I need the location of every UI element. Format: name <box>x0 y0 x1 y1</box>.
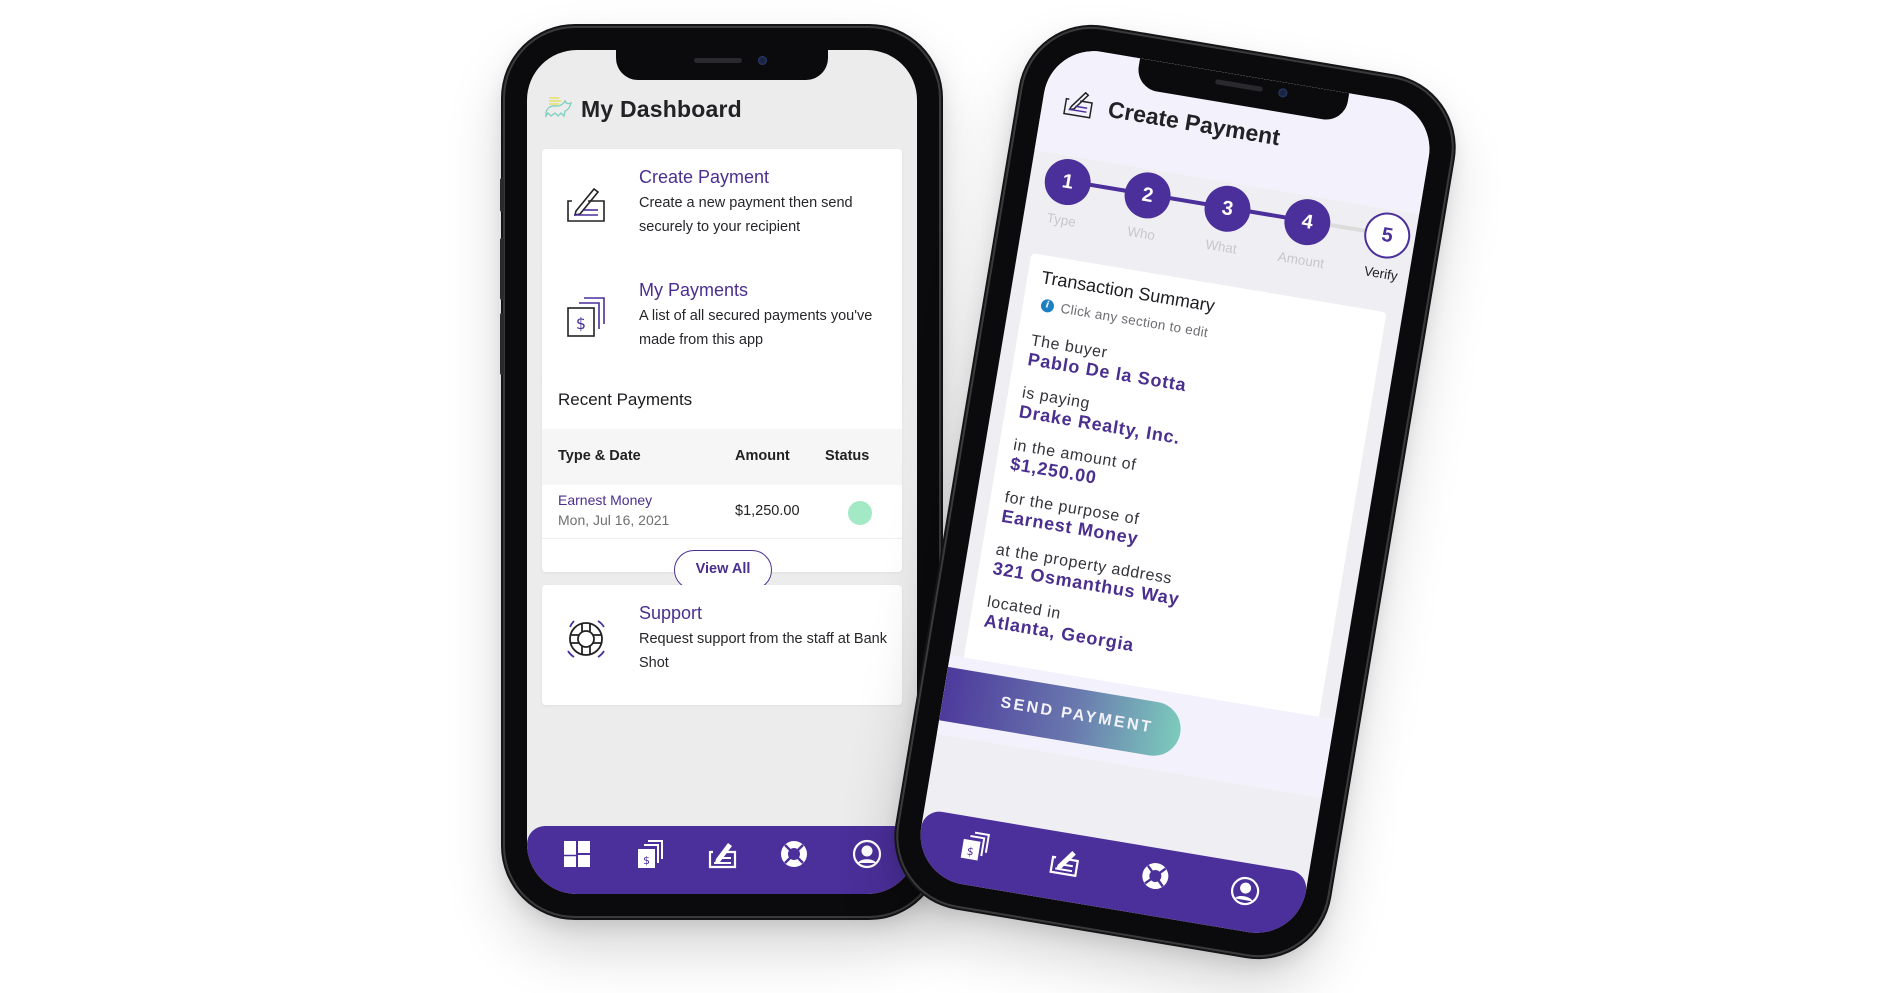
lifebuoy-icon <box>779 839 809 874</box>
card-title: Create Payment <box>639 167 770 187</box>
step-circle: 3 <box>1200 182 1254 236</box>
user-circle-icon <box>1227 873 1262 912</box>
check-sign-icon <box>562 181 610 229</box>
step-who[interactable]: 2 Who <box>1117 168 1175 245</box>
payment-type: Earnest Money <box>558 492 653 508</box>
recent-payments-title: Recent Payments <box>558 390 693 409</box>
nav-create-payment[interactable] <box>1044 842 1085 883</box>
nav-my-payments[interactable]: $ <box>954 827 995 868</box>
svg-text:$: $ <box>643 854 650 867</box>
check-sign-icon <box>1060 86 1097 126</box>
speaker <box>694 58 742 63</box>
step-what[interactable]: 3 What <box>1197 182 1254 258</box>
card-title: My Payments <box>639 280 749 300</box>
create-payment-screen: Create Payment 1 Type 2 Who 3 What 4 Amo… <box>913 43 1437 941</box>
mute-switch <box>500 178 504 212</box>
bottom-navigation: $ <box>913 808 1309 941</box>
check-sign-icon <box>1047 843 1082 882</box>
nav-my-payments[interactable]: $ <box>632 838 668 874</box>
card-description: A list of all secured payments you've ma… <box>639 308 873 348</box>
summary-purpose[interactable]: for the purpose of Earnest Money <box>1000 489 1143 549</box>
view-all-button[interactable]: View All <box>674 550 772 590</box>
step-circle: 2 <box>1121 168 1175 222</box>
svg-text:$: $ <box>576 314 586 333</box>
check-sign-icon <box>707 839 737 874</box>
step-label: Type <box>1045 210 1078 230</box>
nav-support[interactable] <box>776 838 812 874</box>
nav-create-payment[interactable] <box>704 838 740 874</box>
step-label: Verify <box>1362 263 1399 284</box>
card-description: Request support from the staff at Bank S… <box>639 631 887 671</box>
lifebuoy-icon <box>562 615 610 663</box>
summary-amount[interactable]: in the amount of $1,250.00 <box>1009 437 1138 495</box>
step-verify[interactable]: 5 Verify <box>1357 209 1414 285</box>
phone-create-payment: Create Payment 1 Type 2 Who 3 What 4 Amo… <box>887 18 1463 966</box>
step-label: What <box>1204 236 1238 257</box>
support-card[interactable]: Support Request support from the staff a… <box>542 585 902 705</box>
create-payment-card[interactable]: Create Payment Create a new payment then… <box>542 149 902 269</box>
step-label: Who <box>1126 223 1157 244</box>
step-circle: 5 <box>1360 209 1414 262</box>
step-label: Amount <box>1276 248 1326 272</box>
step-circle: 4 <box>1280 195 1334 249</box>
bottom-navigation: $ <box>527 826 917 894</box>
table-row[interactable]: Earnest Money Mon, Jul 16, 2021 $1,250.0… <box>542 485 902 539</box>
front-camera <box>758 56 767 65</box>
step-circle: 1 <box>1041 155 1095 209</box>
column-type-date: Type & Date <box>558 448 641 464</box>
stacked-dollar-bills-icon: $ <box>562 292 610 340</box>
speaker <box>1214 79 1264 92</box>
volume-down-button <box>500 313 504 375</box>
phone-dashboard: My Dashboard Create Payment Create a new… <box>500 28 939 916</box>
lifebuoy-icon <box>1137 858 1172 897</box>
payment-amount: $1,250.00 <box>735 503 800 519</box>
step-amount[interactable]: 4 Amount <box>1277 195 1334 271</box>
dashboard-screen: My Dashboard Create Payment Create a new… <box>527 50 917 894</box>
dashboard-header: My Dashboard <box>543 94 742 125</box>
summary-buyer[interactable]: The buyer Pablo De la Sotta <box>1026 332 1191 396</box>
user-circle-icon <box>852 839 882 874</box>
nav-profile[interactable] <box>1224 872 1265 913</box>
step-type[interactable]: 1 Type <box>1037 155 1095 232</box>
front-camera <box>1277 87 1289 99</box>
payment-date: Mon, Jul 16, 2021 <box>558 512 670 528</box>
page-title: My Dashboard <box>581 96 742 122</box>
column-status: Status <box>825 448 870 464</box>
nav-profile[interactable] <box>849 838 885 874</box>
info-icon: i <box>1039 298 1055 314</box>
summary-payee[interactable]: is paying Drake Realty, Inc. <box>1017 385 1184 449</box>
status-indicator <box>848 501 872 525</box>
card-description: Create a new payment then send securely … <box>639 195 853 235</box>
recent-payments-card: Recent Payments Type & Date Amount Statu… <box>542 374 902 590</box>
nav-support[interactable] <box>1134 857 1175 898</box>
my-payments-card[interactable]: $ My Payments A list of all secured paym… <box>542 262 902 382</box>
card-title: Support <box>639 603 703 623</box>
stacked-dollar-bills-icon: $ <box>958 828 991 867</box>
volume-up-button <box>500 238 504 300</box>
stepper-remaining-line <box>1328 222 1369 234</box>
notch <box>616 50 828 80</box>
dashboard-grid-icon <box>563 840 591 873</box>
table-header: Type & Date Amount Status <box>542 429 902 485</box>
column-amount: Amount <box>735 448 790 464</box>
rhino-logo-icon <box>543 94 573 125</box>
summary-location[interactable]: located in Atlanta, Georgia <box>982 594 1138 657</box>
nav-dashboard[interactable] <box>559 838 595 874</box>
stacked-dollar-bills-icon: $ <box>636 839 664 874</box>
transaction-summary: Transaction Summary i Click any section … <box>962 253 1387 727</box>
